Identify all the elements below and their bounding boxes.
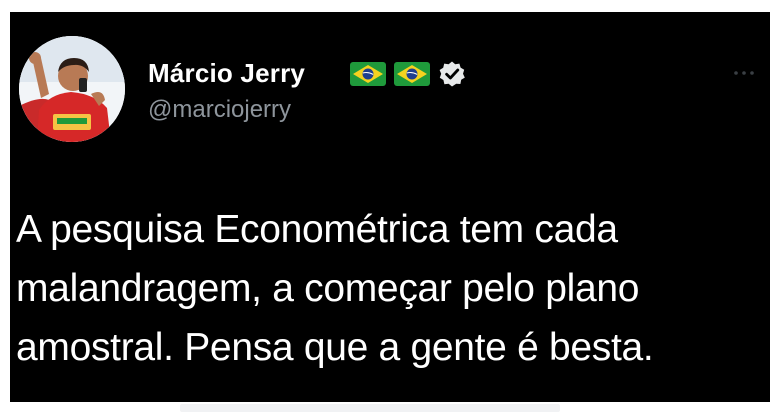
author-display-name[interactable]: Márcio Jerry xyxy=(148,58,305,89)
author-handle[interactable]: @marciojerry xyxy=(148,96,291,124)
bottom-margin xyxy=(0,402,777,414)
top-margin xyxy=(0,0,777,12)
more-options-icon[interactable] xyxy=(732,68,756,78)
faint-divider xyxy=(180,404,560,412)
tweet-text-line: amostral. Pensa que a gente é besta. xyxy=(16,326,654,369)
author-avatar[interactable] xyxy=(19,36,125,142)
brazil-flag-icon xyxy=(394,62,430,86)
tweet-card[interactable]: Márcio Jerry @marciojerry A pesquisa Eco… xyxy=(10,12,770,402)
tweet-text-line: A pesquisa Econométrica tem cada xyxy=(16,208,618,251)
tweet-text: A pesquisa Econométrica tem cada malandr… xyxy=(16,200,766,377)
avatar-photo xyxy=(19,36,125,142)
verified-badge-icon xyxy=(438,60,466,88)
brazil-flag-icon xyxy=(350,62,386,86)
tweet-text-line: malandragem, a começar pelo plano xyxy=(16,267,640,310)
